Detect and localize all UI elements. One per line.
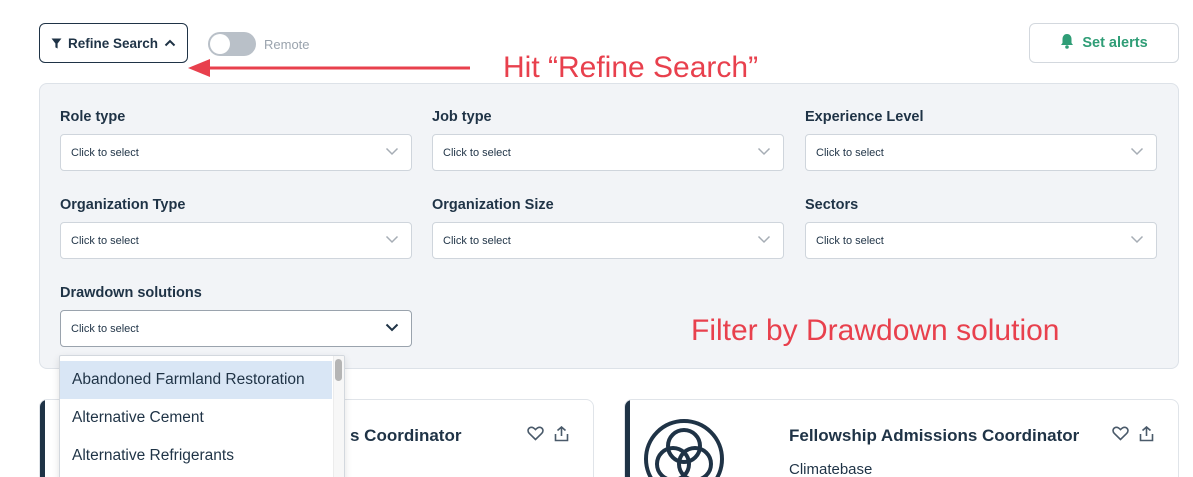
job-card[interactable]: Fellowship Admissions Coordinator Climat…: [624, 399, 1179, 477]
sectors-placeholder: Click to select: [816, 234, 884, 247]
chevron-down-icon: [757, 147, 771, 156]
experience-level-select[interactable]: Click to select: [805, 134, 1157, 171]
drawdown-solutions-select[interactable]: Click to select: [60, 310, 412, 347]
role-type-placeholder: Click to select: [71, 146, 139, 159]
experience-level-label: Experience Level: [805, 109, 924, 125]
arrow-refine-head: [188, 59, 210, 77]
drawdown-solutions-dropdown: Abandoned Farmland Restoration Alternati…: [59, 355, 345, 477]
company-logo: [644, 419, 724, 477]
chevron-down-icon: [757, 235, 771, 244]
organization-size-placeholder: Click to select: [443, 234, 511, 247]
organization-type-label: Organization Type: [60, 197, 186, 213]
job-title: s Coordinator: [350, 426, 462, 445]
chevron-down-icon: [385, 147, 399, 156]
dropdown-scroll-thumb[interactable]: [335, 359, 342, 381]
card-accent: [40, 400, 45, 477]
job-type-select[interactable]: Click to select: [432, 134, 784, 171]
card-accent: [625, 400, 630, 477]
company-name: Climatebase: [789, 461, 873, 477]
heart-icon[interactable]: [527, 426, 544, 447]
drawdown-solutions-label: Drawdown solutions: [60, 285, 202, 301]
role-type-label: Role type: [60, 109, 126, 125]
job-type-placeholder: Click to select: [443, 146, 511, 159]
chevron-down-icon: [1130, 147, 1144, 156]
job-title: Fellowship Admissions Coordinator: [789, 426, 1080, 445]
experience-level-placeholder: Click to select: [816, 146, 884, 159]
chevron-down-icon: [385, 323, 399, 332]
role-type-select[interactable]: Click to select: [60, 134, 412, 171]
share-icon[interactable]: [1139, 425, 1154, 447]
chevron-down-icon: [1130, 235, 1144, 244]
annotation-drawdown: Filter by Drawdown solution: [691, 314, 1060, 347]
chevron-down-icon: [385, 235, 399, 244]
organization-type-placeholder: Click to select: [71, 234, 139, 247]
annotation-refine: Hit “Refine Search”: [503, 51, 759, 84]
organization-size-select[interactable]: Click to select: [432, 222, 784, 259]
dropdown-scrollbar[interactable]: [333, 356, 344, 477]
sectors-select[interactable]: Click to select: [805, 222, 1157, 259]
organization-type-select[interactable]: Click to select: [60, 222, 412, 259]
dropdown-option[interactable]: Alternative Refrigerants: [60, 437, 332, 475]
organization-size-label: Organization Size: [432, 197, 554, 213]
drawdown-solutions-placeholder: Click to select: [71, 322, 139, 335]
job-type-label: Job type: [432, 109, 492, 125]
share-icon[interactable]: [554, 425, 569, 447]
heart-icon[interactable]: [1112, 426, 1129, 447]
dropdown-option[interactable]: Alternative Cement: [60, 399, 332, 437]
dropdown-option[interactable]: Abandoned Farmland Restoration: [60, 361, 332, 399]
sectors-label: Sectors: [805, 197, 859, 213]
